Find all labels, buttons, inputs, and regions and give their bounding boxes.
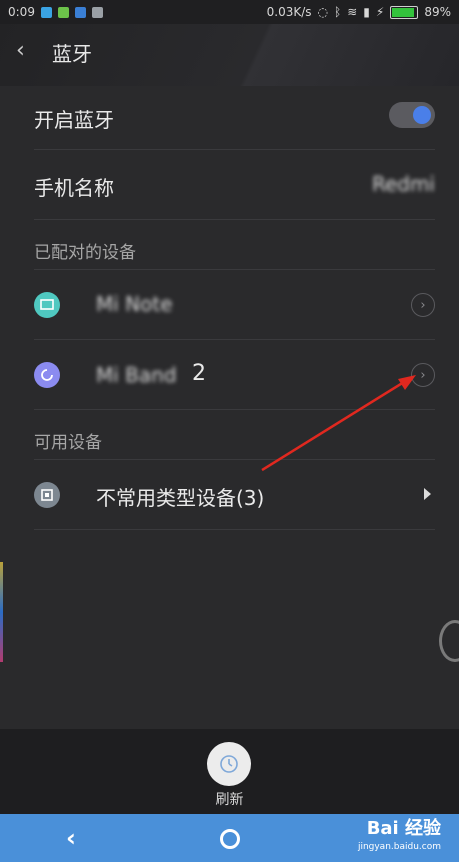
refresh-button[interactable]: [207, 742, 251, 786]
watermark: Bai 经验 jingyan.baidu.com: [358, 820, 441, 856]
nav-home-icon[interactable]: [220, 829, 240, 849]
watermark-domain: jingyan.baidu.com: [357, 842, 441, 852]
nav-back-icon[interactable]: ‹: [66, 824, 76, 852]
refresh-label: 刷新: [215, 792, 244, 808]
edge-decoration: [0, 562, 3, 662]
bottom-action-bar: 刷新: [0, 729, 459, 814]
navigation-bar: ‹ Bai 经验 jingyan.baidu.com: [0, 814, 459, 862]
refresh-icon: [220, 755, 238, 773]
watermark-brand: Bai 经验: [366, 818, 441, 839]
